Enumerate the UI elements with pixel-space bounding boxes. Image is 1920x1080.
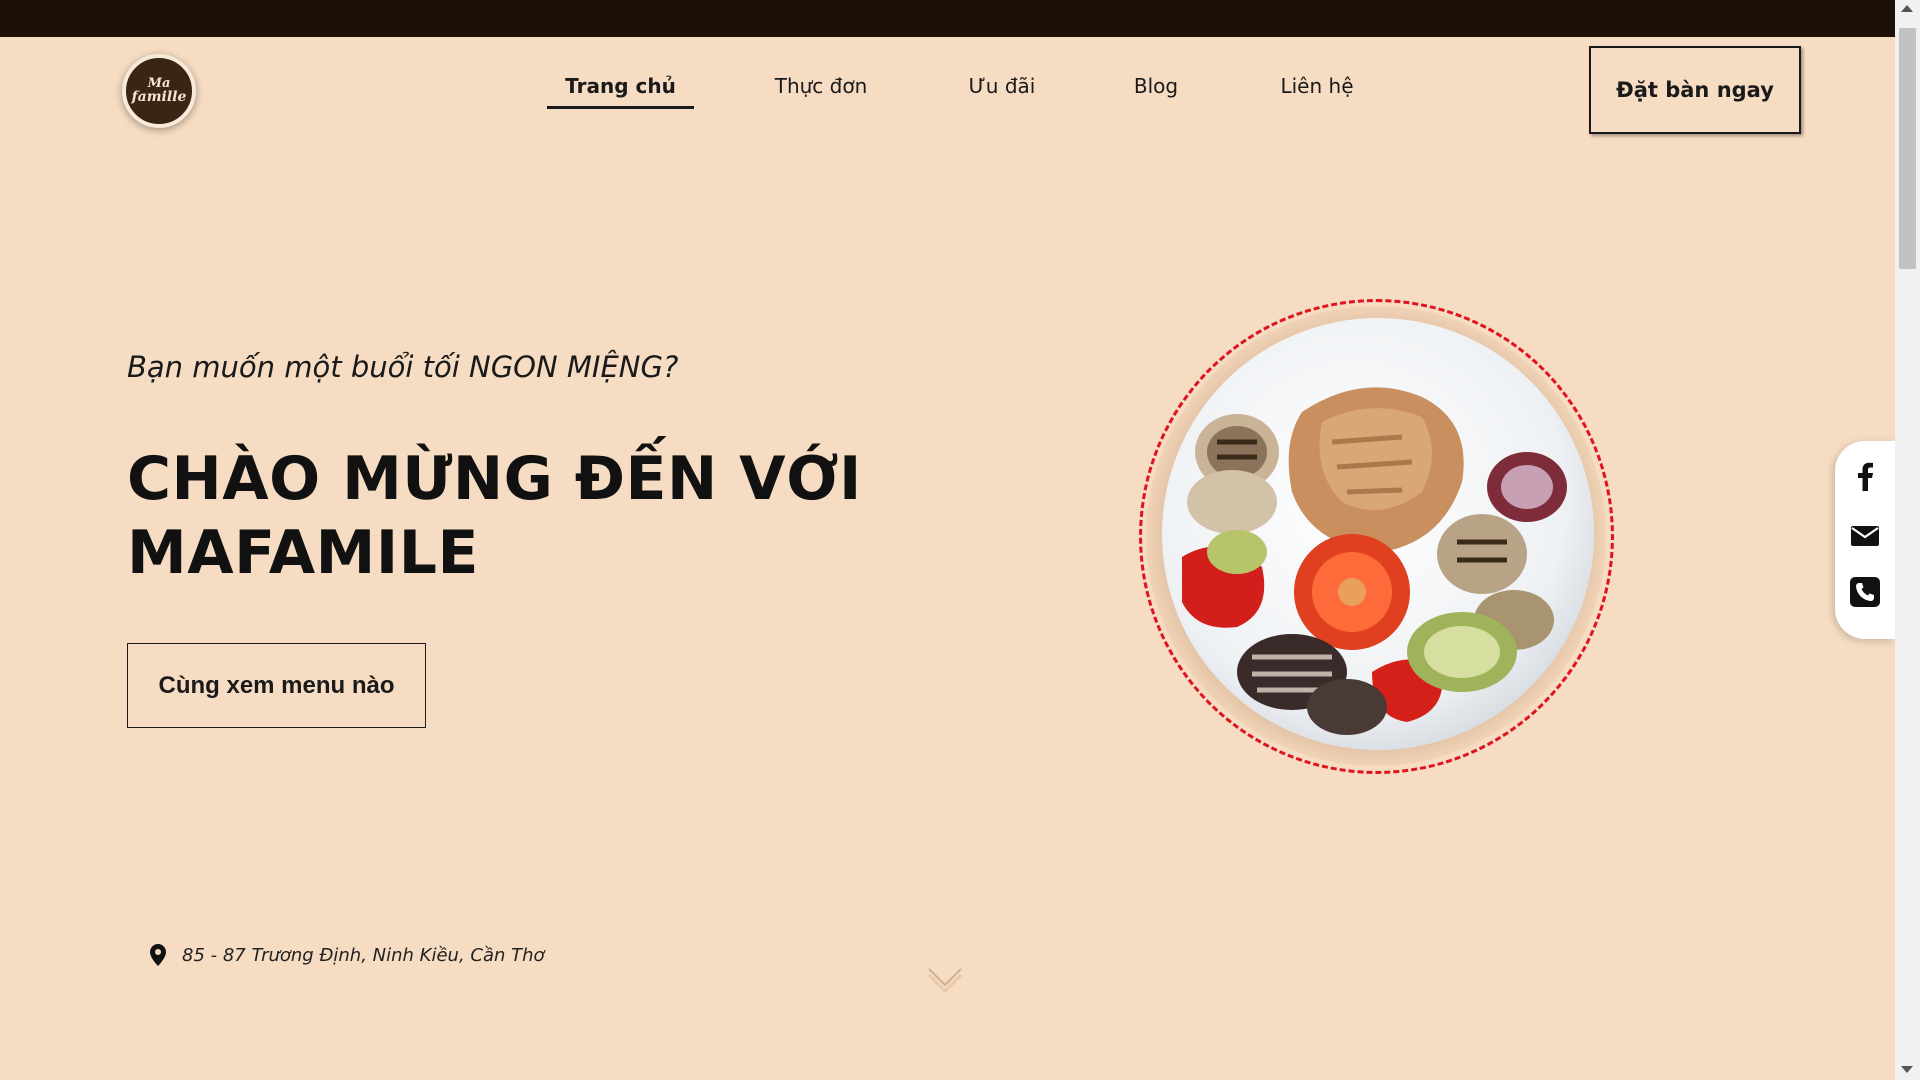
nav-item-contact[interactable]: Liên hệ [1268, 73, 1366, 109]
top-bar [0, 0, 1895, 37]
page: Ma famille Trang chủ Thực đơn Ưu đãi Blo… [0, 37, 1895, 1080]
phone-icon[interactable] [1850, 577, 1880, 607]
hero-image-frame [1139, 299, 1614, 774]
grilled-food-plate-image [1146, 306, 1606, 766]
hero-headline-line2: MAFAMILE [127, 518, 479, 588]
address: 85 - 87 Trương Định, Ninh Kiều, Cần Thơ [150, 944, 545, 966]
scroll-up-arrow-icon[interactable] [1901, 5, 1913, 12]
scrollbar-thumb[interactable] [1899, 28, 1916, 269]
view-menu-button[interactable]: Cùng xem menu nào [127, 643, 426, 728]
address-text: 85 - 87 Trương Định, Ninh Kiều, Cần Thơ [182, 944, 545, 966]
social-sidebar [1835, 441, 1895, 639]
location-pin-icon [150, 944, 166, 966]
nav-item-blog[interactable]: Blog [1124, 73, 1188, 109]
mail-icon[interactable] [1850, 521, 1880, 551]
nav-item-offers[interactable]: Ưu đãi [958, 73, 1046, 109]
nav-item-home[interactable]: Trang chủ [547, 73, 694, 109]
hero-headline: CHÀO MỪNG ĐẾN VỚI MAFAMILE [127, 442, 907, 590]
chevron-down-icon[interactable] [926, 967, 964, 1001]
facebook-icon[interactable] [1850, 461, 1880, 491]
hero-subtitle: Bạn muốn một buổi tối NGON MIỆNG? [127, 350, 679, 384]
scroll-down-arrow-icon[interactable] [1901, 1066, 1913, 1073]
nav-item-menu[interactable]: Thực đơn [758, 73, 884, 109]
hero-headline-line1: CHÀO MỪNG ĐẾN VỚI [127, 444, 862, 514]
book-table-button[interactable]: Đặt bàn ngay [1589, 46, 1801, 134]
